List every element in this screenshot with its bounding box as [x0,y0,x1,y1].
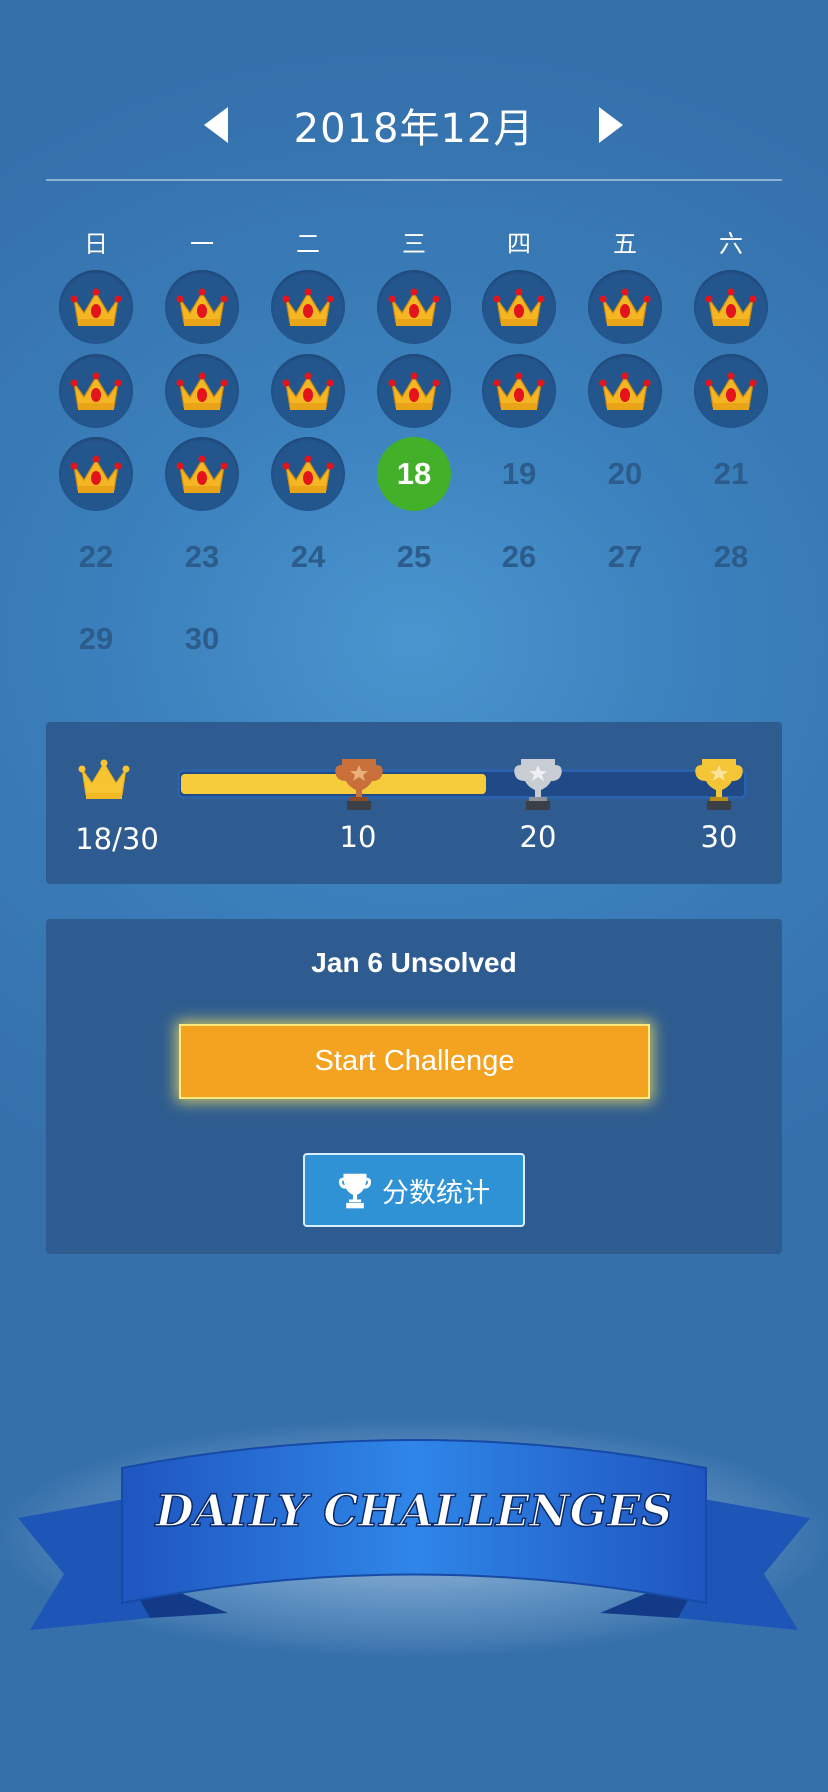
crown-icon [78,759,130,799]
calendar-day-29: 29 [78,621,114,656]
calendar-day-22: 22 [78,539,114,574]
milestone-label-30: 30 [700,820,738,854]
crown-icon [705,288,757,326]
weekday-sun: 日 [84,230,108,258]
crown-count: 18/30 [75,822,159,856]
calendar-day-completed-17[interactable] [271,437,345,511]
calendar-day-completed-6[interactable] [588,270,662,344]
score-stats-button[interactable]: 分数统计 [303,1153,525,1227]
header-divider [46,179,782,181]
score-stats-label: 分数统计 [382,1177,490,1209]
calendar-day-completed-12[interactable] [482,354,556,428]
calendar-day-completed-8[interactable] [59,354,133,428]
crown-icon [282,455,334,493]
crown-icon [388,372,440,410]
calendar-day-completed-4[interactable] [377,270,451,344]
calendar-day-completed-1[interactable] [59,270,133,344]
crown-icon [70,455,122,493]
calendar-day-completed-3[interactable] [271,270,345,344]
crown-icon [282,372,334,410]
start-challenge-button[interactable]: Start Challenge [179,1024,650,1099]
calendar-day-completed-13[interactable] [588,354,662,428]
crown-icon [705,372,757,410]
calendar-day-completed-11[interactable] [377,354,451,428]
calendar-day-24: 24 [290,539,326,574]
month-title: 2018年12月 [293,106,535,152]
crown-icon [176,288,228,326]
weekday-fri: 五 [613,230,637,258]
calendar-day-completed-14[interactable] [694,354,768,428]
calendar-day-20: 20 [607,456,643,491]
crown-icon [70,372,122,410]
progress-panel [46,722,782,884]
calendar-day-completed-16[interactable] [165,437,239,511]
calendar-day-19: 19 [501,456,537,491]
challenge-status: Jan 6 Unsolved [311,947,517,978]
milestone-label-20: 20 [519,820,557,854]
weekday-tue: 二 [296,230,320,258]
weekday-mon: 一 [190,230,214,258]
calendar-day-25: 25 [396,539,432,574]
calendar-day-completed-15[interactable] [59,437,133,511]
crown-icon [599,288,651,326]
calendar-day-26: 26 [501,539,537,574]
daily-challenges-banner: DAILY CHALLENGES [0,1418,828,1658]
calendar-day-completed-9[interactable] [165,354,239,428]
calendar-day-28: 28 [713,539,749,574]
weekday-thu: 四 [507,230,531,258]
calendar-day-completed-5[interactable] [482,270,556,344]
bronze-trophy-icon [335,759,383,810]
crown-icon [176,372,228,410]
calendar-day-27: 27 [607,539,643,574]
calendar-day-21: 21 [713,456,749,491]
gold-trophy-icon [695,759,743,810]
next-month-arrow-icon[interactable] [599,107,623,143]
banner-title: DAILY CHALLENGES [154,1486,673,1537]
crown-icon [599,372,651,410]
milestone-label-10: 10 [339,820,377,854]
crown-icon [70,288,122,326]
calendar-day-completed-10[interactable] [271,354,345,428]
calendar-day-completed-7[interactable] [694,270,768,344]
crown-icon [388,288,440,326]
crown-icon [282,288,334,326]
weekday-wed: 三 [402,230,426,258]
calendar-day-completed-2[interactable] [165,270,239,344]
weekday-sat: 六 [719,230,743,258]
calendar-day-today[interactable]: 18 [377,437,451,511]
crown-icon [493,372,545,410]
silver-trophy-icon [514,759,562,810]
crown-icon [493,288,545,326]
calendar-day-30: 30 [184,621,220,656]
calendar-day-23: 23 [184,539,220,574]
start-challenge-label: Start Challenge [314,1045,515,1077]
crown-icon [176,455,228,493]
trophy-icon [338,1173,372,1209]
